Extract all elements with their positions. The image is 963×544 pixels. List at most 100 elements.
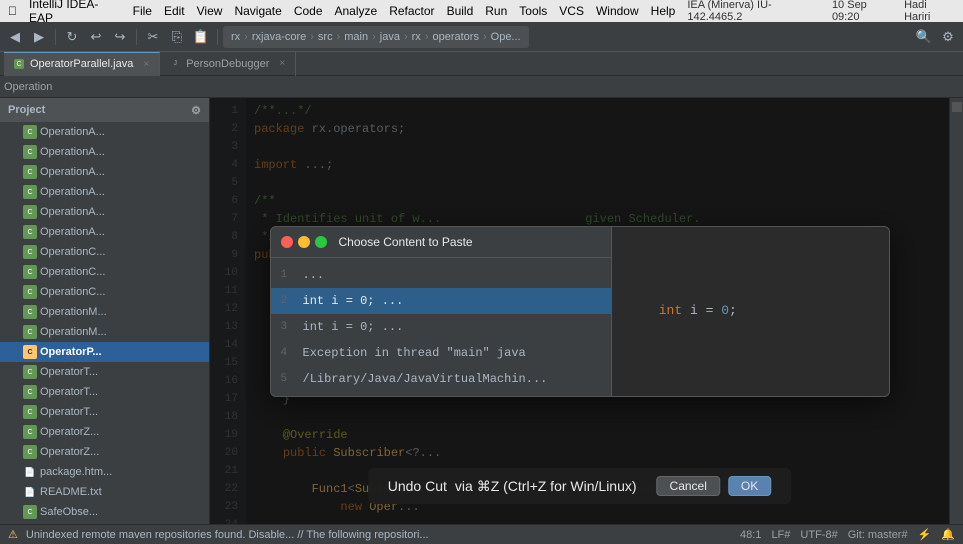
preview-eq: = bbox=[706, 303, 714, 318]
dialog-item-1[interactable]: 1 ... bbox=[271, 262, 611, 288]
paste-button[interactable]: 📋 bbox=[190, 26, 212, 48]
preview-semi: ; bbox=[729, 303, 737, 318]
item-label: Exception in thread "main" java bbox=[303, 346, 526, 360]
item-label: int i = 0; ... bbox=[303, 294, 404, 308]
menu-view[interactable]: View bbox=[197, 4, 223, 18]
window-controls bbox=[281, 236, 327, 248]
back-button[interactable]: ◀ bbox=[4, 26, 26, 48]
bc-main[interactable]: main bbox=[344, 31, 368, 43]
sidebar-item-15[interactable]: C OperatorZ... bbox=[0, 422, 209, 442]
bc-rxjava[interactable]: rxjava-core bbox=[252, 31, 306, 43]
sidebar-item-1[interactable]: C OperationA... bbox=[0, 142, 209, 162]
idea-info: IEA (Minerva) IU-142.4465.2 bbox=[687, 0, 824, 23]
sidebar-item-10[interactable]: C OperationM... bbox=[0, 322, 209, 342]
sidebar-item-7[interactable]: C OperationC... bbox=[0, 262, 209, 282]
right-panel-button[interactable] bbox=[952, 102, 962, 112]
class-icon: C bbox=[23, 145, 37, 159]
menu-code[interactable]: Code bbox=[294, 4, 323, 18]
class-icon: C bbox=[23, 405, 37, 419]
bc-operation[interactable]: Operation bbox=[4, 81, 52, 93]
copy-button[interactable]: ⎘ bbox=[166, 26, 188, 48]
cut-button[interactable]: ✂ bbox=[142, 26, 164, 48]
tab-operator-parallel[interactable]: C OperatorParallel.java × bbox=[4, 52, 160, 76]
bc-sep5: › bbox=[404, 31, 408, 43]
bc-sep6: › bbox=[425, 31, 429, 43]
sidebar-item-3[interactable]: C OperationA... bbox=[0, 182, 209, 202]
bc-rx[interactable]: rx bbox=[231, 31, 240, 43]
cancel-button[interactable]: Cancel bbox=[657, 476, 720, 496]
menu-help[interactable]: Help bbox=[651, 4, 676, 18]
sidebar-item-8[interactable]: C OperationC... bbox=[0, 282, 209, 302]
sidebar-item-16[interactable]: C OperatorZ... bbox=[0, 442, 209, 462]
menu-edit[interactable]: Edit bbox=[164, 4, 185, 18]
bc-src[interactable]: src bbox=[318, 31, 333, 43]
line-ending: LF# bbox=[771, 529, 790, 541]
class-icon: C bbox=[23, 365, 37, 379]
class-icon: C bbox=[23, 285, 37, 299]
forward-button[interactable]: ▶ bbox=[28, 26, 50, 48]
preview-num: 0 bbox=[721, 303, 729, 318]
class-icon: C bbox=[23, 265, 37, 279]
item-num: 5 bbox=[281, 373, 295, 385]
sidebar-item-17[interactable]: 📄 package.htm... bbox=[0, 462, 209, 482]
sidebar-item-12[interactable]: C OperatorT... bbox=[0, 362, 209, 382]
paste-dialog-overlay: Choose Content to Paste 1 ... 2 int i = … bbox=[210, 98, 949, 524]
sidebar-item-6[interactable]: C OperationC... bbox=[0, 242, 209, 262]
class-icon: C bbox=[23, 325, 37, 339]
item-label: ... bbox=[303, 268, 325, 282]
tab-close-operator[interactable]: × bbox=[143, 59, 149, 70]
tab-label-person: PersonDebugger bbox=[186, 58, 269, 70]
bc-file[interactable]: Ope... bbox=[491, 31, 521, 43]
bc-java[interactable]: java bbox=[380, 31, 400, 43]
ok-button[interactable]: OK bbox=[728, 476, 771, 496]
toolbar-breadcrumb[interactable]: rx › rxjava-core › src › main › java › r… bbox=[223, 26, 529, 48]
menu-window[interactable]: Window bbox=[596, 4, 639, 18]
maximize-dot[interactable] bbox=[315, 236, 327, 248]
sidebar-item-19[interactable]: C SafeObse... bbox=[0, 502, 209, 522]
menu-refactor[interactable]: Refactor bbox=[389, 4, 434, 18]
apple-menu[interactable]:  bbox=[8, 4, 17, 18]
menu-intellij[interactable]: IntelliJ IDEA-EAP bbox=[29, 0, 121, 25]
dialog-item-2[interactable]: 2 int i = 0; ... bbox=[271, 288, 611, 314]
close-dot[interactable] bbox=[281, 236, 293, 248]
sidebar-item-14[interactable]: C OperatorT... bbox=[0, 402, 209, 422]
tree-label: OperatorT... bbox=[40, 406, 98, 418]
menu-vcs[interactable]: VCS bbox=[559, 4, 584, 18]
menu-bar-right: IEA (Minerva) IU-142.4465.2 10 Sep 09:20… bbox=[687, 0, 955, 23]
sidebar-item-9[interactable]: C OperationM... bbox=[0, 302, 209, 322]
tree-label: OperationC... bbox=[40, 246, 105, 258]
menu-navigate[interactable]: Navigate bbox=[234, 4, 281, 18]
dialog-list-panel: Choose Content to Paste 1 ... 2 int i = … bbox=[271, 227, 611, 396]
dialog-item-4[interactable]: 4 Exception in thread "main" java bbox=[271, 340, 611, 366]
class-icon: C bbox=[23, 245, 37, 259]
tab-close-person[interactable]: × bbox=[279, 58, 285, 69]
sidebar-item-4[interactable]: C OperationA... bbox=[0, 202, 209, 222]
minimize-dot[interactable] bbox=[298, 236, 310, 248]
sidebar-item-13[interactable]: C OperatorT... bbox=[0, 382, 209, 402]
menu-analyze[interactable]: Analyze bbox=[335, 4, 378, 18]
sidebar-item-2[interactable]: C OperationA... bbox=[0, 162, 209, 182]
dialog-item-5[interactable]: 5 /Library/Java/JavaVirtualMachin... bbox=[271, 366, 611, 392]
menu-file[interactable]: File bbox=[133, 4, 152, 18]
sidebar-item-18[interactable]: 📄 README.txt bbox=[0, 482, 209, 502]
refresh-button[interactable]: ↻ bbox=[61, 26, 83, 48]
tab-person-debugger[interactable]: J PersonDebugger × bbox=[160, 52, 296, 76]
search-button[interactable]: 🔍 bbox=[913, 26, 935, 48]
sidebar-title: Project bbox=[8, 104, 45, 116]
redo-button[interactable]: ↪ bbox=[109, 26, 131, 48]
sidebar-gear-icon[interactable]: ⚙ bbox=[191, 104, 201, 117]
undo-button[interactable]: ↩ bbox=[85, 26, 107, 48]
menu-build[interactable]: Build bbox=[447, 4, 474, 18]
sidebar-item-5[interactable]: C OperationA... bbox=[0, 222, 209, 242]
tree-label: OperatorP... bbox=[40, 346, 102, 358]
menu-tools[interactable]: Tools bbox=[519, 4, 547, 18]
dialog-item-3[interactable]: 3 int i = 0; ... bbox=[271, 314, 611, 340]
sidebar-item-0[interactable]: C OperationA... bbox=[0, 122, 209, 142]
sidebar-item-operator-parallel[interactable]: C OperatorP... bbox=[0, 342, 209, 362]
power-icon: ⚡ bbox=[918, 528, 932, 541]
settings-button[interactable]: ⚙ bbox=[937, 26, 959, 48]
menu-run[interactable]: Run bbox=[485, 4, 507, 18]
second-breadcrumb: Operation bbox=[0, 76, 963, 98]
bc-rx2[interactable]: rx bbox=[412, 31, 421, 43]
bc-operators[interactable]: operators bbox=[432, 31, 478, 43]
